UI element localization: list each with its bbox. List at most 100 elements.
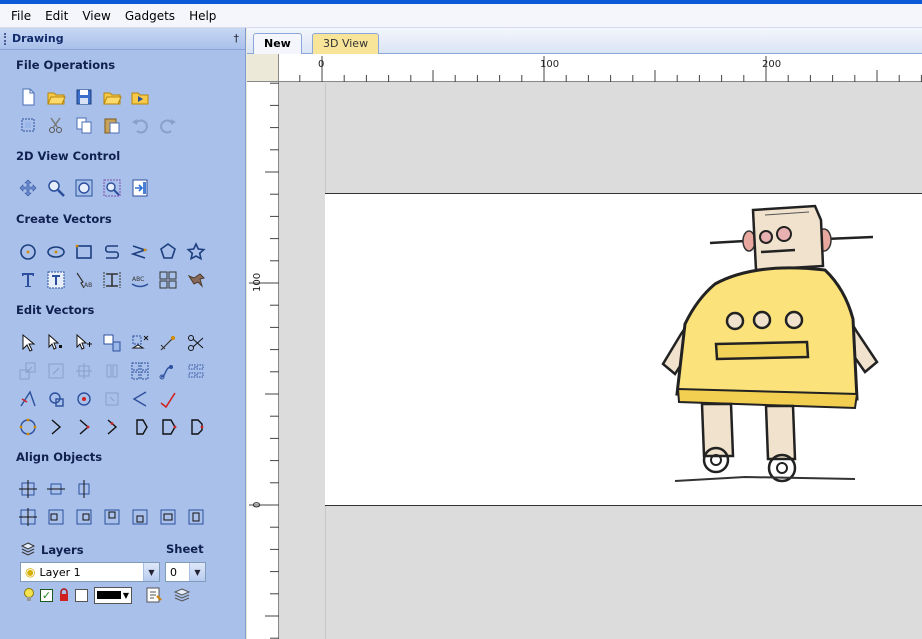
- polygon-icon[interactable]: [154, 239, 182, 265]
- material-sheet[interactable]: [325, 193, 922, 506]
- zoom-selection-icon[interactable]: [98, 175, 126, 201]
- node-insert-icon[interactable]: [98, 414, 126, 440]
- node-delete-icon[interactable]: [126, 414, 154, 440]
- tab-new[interactable]: New: [253, 33, 302, 54]
- align-right-icon[interactable]: [70, 504, 98, 530]
- text-on-curve-icon[interactable]: AB: [70, 267, 98, 293]
- copy-icon[interactable]: [70, 112, 98, 138]
- node-close-icon[interactable]: [182, 414, 210, 440]
- ruler-label: 100: [252, 273, 263, 292]
- zoom-extents-icon[interactable]: [70, 175, 98, 201]
- menu-view[interactable]: View: [75, 7, 117, 25]
- center-in-y-icon[interactable]: [182, 504, 210, 530]
- open-file-icon[interactable]: [42, 84, 70, 110]
- center-in-x-icon[interactable]: [154, 504, 182, 530]
- text-box-icon[interactable]: [42, 267, 70, 293]
- layer-checkbox[interactable]: ✓: [40, 588, 53, 602]
- node-smooth-icon[interactable]: [70, 414, 98, 440]
- import-bitmap-icon[interactable]: [182, 267, 210, 293]
- scale-icon[interactable]: [14, 358, 42, 384]
- layer-color-picker[interactable]: ▼: [94, 586, 132, 604]
- transform-icon[interactable]: [70, 330, 98, 356]
- layers-label: Layers: [41, 543, 84, 557]
- sheet-select[interactable]: 0 ▼: [165, 562, 206, 582]
- node-corner-icon[interactable]: [42, 414, 70, 440]
- node-circle-icon[interactable]: [14, 414, 42, 440]
- array-copy-icon[interactable]: [126, 358, 154, 384]
- trim-icon[interactable]: [14, 386, 42, 412]
- layer-lock-icon[interactable]: [57, 587, 71, 603]
- angle-icon[interactable]: [126, 386, 154, 412]
- paste-icon[interactable]: [98, 112, 126, 138]
- lightbulb-icon: ◉: [25, 565, 36, 579]
- text-auto-layout-icon[interactable]: [98, 267, 126, 293]
- join-vectors-icon[interactable]: [154, 358, 182, 384]
- tab-3d-view[interactable]: 3D View: [312, 33, 380, 54]
- layer-color-swatch[interactable]: [75, 588, 88, 602]
- zoom-in-icon[interactable]: [42, 175, 70, 201]
- chevron-down-icon[interactable]: ▼: [143, 563, 159, 581]
- measure-icon[interactable]: [154, 330, 182, 356]
- robot-drawing[interactable]: [325, 194, 922, 507]
- node-edit-icon[interactable]: [42, 330, 70, 356]
- align-left-icon[interactable]: [42, 504, 70, 530]
- select-all-icon[interactable]: [14, 112, 42, 138]
- drawing-canvas[interactable]: [280, 83, 922, 639]
- align-center-both-icon[interactable]: [14, 504, 42, 530]
- zoom-page-icon[interactable]: [126, 175, 154, 201]
- text-arc-icon[interactable]: ABC: [126, 267, 154, 293]
- pin-icon[interactable]: †: [234, 32, 240, 45]
- menu-help[interactable]: Help: [182, 7, 223, 25]
- rotate-icon[interactable]: [42, 358, 70, 384]
- section-create-vectors: Create Vectors: [16, 212, 112, 226]
- align-bottom-icon[interactable]: [126, 504, 154, 530]
- layer-properties-icon[interactable]: [144, 586, 164, 604]
- section-view-control: 2D View Control: [16, 149, 121, 163]
- mirror-icon[interactable]: [70, 358, 98, 384]
- layer-select[interactable]: ◉ Layer 1 ▼: [20, 562, 160, 582]
- save-icon[interactable]: [70, 84, 98, 110]
- align-center-icon[interactable]: [14, 476, 42, 502]
- circle-icon[interactable]: [14, 239, 42, 265]
- undo-icon[interactable]: [126, 112, 154, 138]
- svg-text:AB: AB: [84, 282, 92, 289]
- align-top-icon[interactable]: [98, 504, 126, 530]
- redo-icon[interactable]: [154, 112, 182, 138]
- menu-file[interactable]: File: [4, 7, 38, 25]
- star-icon[interactable]: [182, 239, 210, 265]
- fillet-icon[interactable]: [42, 386, 70, 412]
- align-distribute-icon[interactable]: [126, 330, 154, 356]
- nest-parts-icon[interactable]: [182, 358, 210, 384]
- text-icon[interactable]: [14, 267, 42, 293]
- rectangle-icon[interactable]: [70, 239, 98, 265]
- cut-icon[interactable]: [42, 112, 70, 138]
- menu-edit[interactable]: Edit: [38, 7, 75, 25]
- polyline-icon[interactable]: [98, 239, 126, 265]
- ruler-corner: [247, 54, 279, 82]
- tick-line-icon[interactable]: [154, 386, 182, 412]
- align-vertical-center-icon[interactable]: [70, 476, 98, 502]
- ruler-label: 200: [762, 59, 781, 70]
- smooth-icon[interactable]: [98, 386, 126, 412]
- chevron-down-icon[interactable]: ▼: [189, 563, 205, 581]
- menu-gadgets[interactable]: Gadgets: [118, 7, 182, 25]
- ellipse-icon[interactable]: [42, 239, 70, 265]
- scissors-icon[interactable]: [182, 330, 210, 356]
- layer-manager-icon[interactable]: [172, 586, 192, 604]
- drawing-panel: Drawing † File Operations 2D View Contro…: [0, 28, 246, 639]
- import-icon[interactable]: [126, 84, 154, 110]
- curve-icon[interactable]: [126, 239, 154, 265]
- grip-icon[interactable]: [4, 33, 7, 45]
- offset-icon[interactable]: [70, 386, 98, 412]
- pan-icon[interactable]: [14, 175, 42, 201]
- size-icon[interactable]: [98, 330, 126, 356]
- layers-icon: [20, 541, 36, 557]
- open-folder-icon[interactable]: [98, 84, 126, 110]
- weld-icon[interactable]: [98, 358, 126, 384]
- layer-visibility-icon[interactable]: [22, 587, 36, 603]
- select-icon[interactable]: [14, 330, 42, 356]
- align-horizontal-center-icon[interactable]: [42, 476, 70, 502]
- node-break-icon[interactable]: [154, 414, 182, 440]
- bitmap-trace-icon[interactable]: [154, 267, 182, 293]
- new-file-icon[interactable]: [14, 84, 42, 110]
